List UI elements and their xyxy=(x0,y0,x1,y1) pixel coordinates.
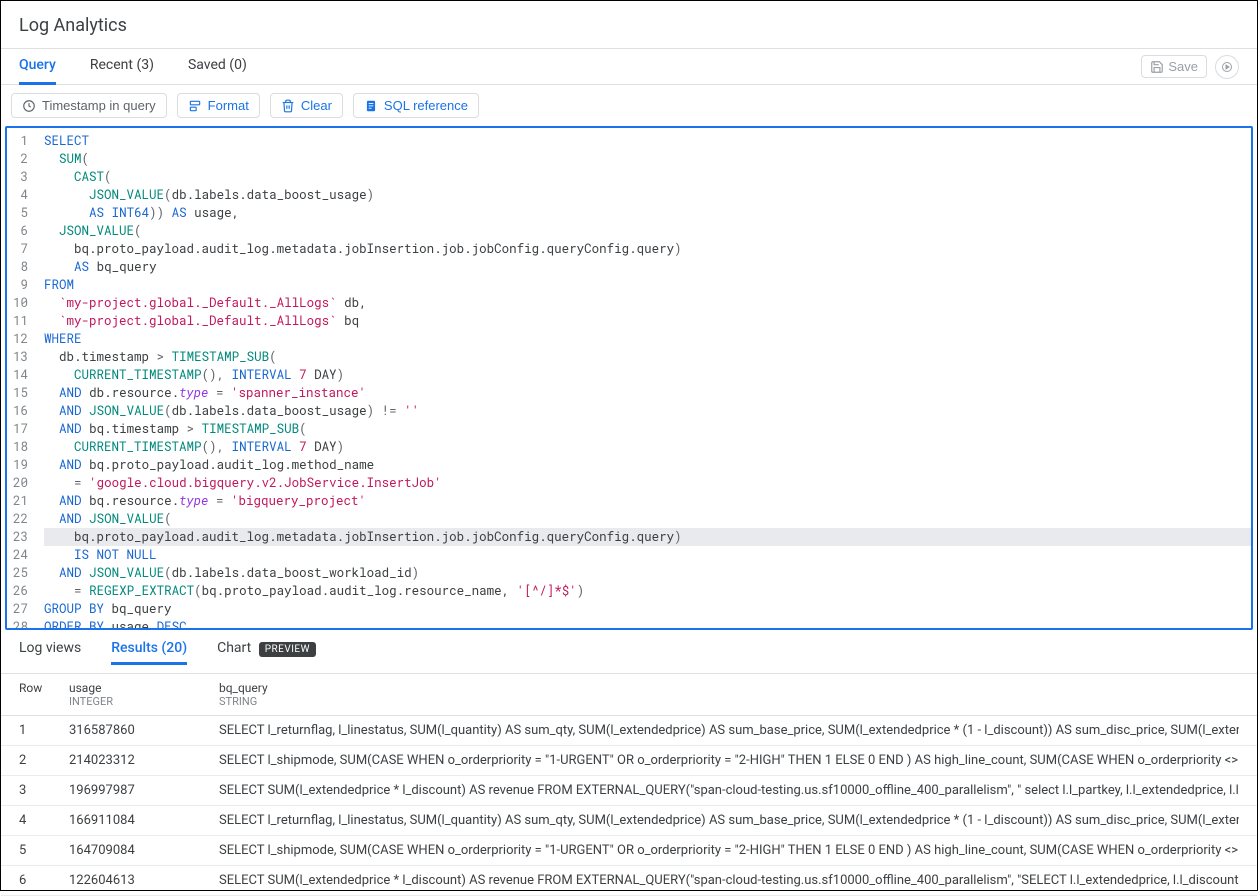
cell-bq: SELECT SUM(l_extendedprice * l_discount)… xyxy=(219,873,1239,888)
format-label: Format xyxy=(208,98,249,113)
col-bq-header: bq_query STRING xyxy=(219,681,1239,708)
results-tabs: Log views Results (20) Chart PREVIEW xyxy=(1,630,1257,674)
clear-label: Clear xyxy=(301,98,332,113)
tab-query[interactable]: Query xyxy=(19,49,56,85)
table-row[interactable]: 4166911084SELECT l_returnflag, l_linesta… xyxy=(1,806,1257,836)
cell-row: 4 xyxy=(19,813,69,828)
cell-row: 6 xyxy=(19,873,69,888)
main-tabs: Query Recent (3) Saved (0) Save xyxy=(1,49,1257,85)
cell-usage: 214023312 xyxy=(69,753,219,768)
cell-row: 5 xyxy=(19,843,69,858)
cell-bq: SELECT l_shipmode, SUM(CASE WHEN o_order… xyxy=(219,843,1239,858)
clock-icon xyxy=(22,99,36,113)
table-row[interactable]: 3196997987SELECT SUM(l_extendedprice * l… xyxy=(1,776,1257,806)
cell-usage: 164709084 xyxy=(69,843,219,858)
run-icon xyxy=(1221,61,1233,73)
timestamp-button[interactable]: Timestamp in query xyxy=(11,93,167,118)
tab-log-views[interactable]: Log views xyxy=(19,640,81,665)
cell-usage: 316587860 xyxy=(69,723,219,738)
results-header: Row usage INTEGER bq_query STRING xyxy=(1,674,1257,716)
preview-badge: PREVIEW xyxy=(259,642,316,657)
table-row[interactable]: 6122604613SELECT SUM(l_extendedprice * l… xyxy=(1,866,1257,896)
sqlref-label: SQL reference xyxy=(384,98,468,113)
run-button[interactable] xyxy=(1215,55,1239,79)
format-button[interactable]: Format xyxy=(177,93,260,118)
line-gutter: 1234567891011121314151617181920212223242… xyxy=(7,128,40,630)
col-usage-header: usage INTEGER xyxy=(69,681,219,708)
timestamp-label: Timestamp in query xyxy=(42,98,156,113)
col-row-header: Row xyxy=(19,681,69,708)
cell-bq: SELECT l_shipmode, SUM(CASE WHEN o_order… xyxy=(219,753,1239,768)
table-row[interactable]: 5164709084SELECT l_shipmode, SUM(CASE WH… xyxy=(1,836,1257,866)
editor-toolbar: Timestamp in query Format Clear SQL refe… xyxy=(1,85,1257,126)
tab-saved[interactable]: Saved (0) xyxy=(188,49,247,85)
table-row[interactable]: 2214023312SELECT l_shipmode, SUM(CASE WH… xyxy=(1,746,1257,776)
doc-icon xyxy=(364,99,378,113)
save-icon xyxy=(1150,60,1164,74)
code-area[interactable]: SELECT SUM( CAST( JSON_VALUE(db.labels.d… xyxy=(40,128,1251,630)
tab-recent[interactable]: Recent (3) xyxy=(90,49,154,85)
cell-bq: SELECT l_returnflag, l_linestatus, SUM(l… xyxy=(219,723,1239,738)
cell-bq: SELECT SUM(l_extendedprice * l_discount)… xyxy=(219,783,1239,798)
cell-row: 1 xyxy=(19,723,69,738)
results-body: 1316587860SELECT l_returnflag, l_linesta… xyxy=(1,716,1257,896)
format-icon xyxy=(188,99,202,113)
cell-row: 3 xyxy=(19,783,69,798)
save-button[interactable]: Save xyxy=(1141,55,1207,78)
cell-usage: 166911084 xyxy=(69,813,219,828)
save-label: Save xyxy=(1168,59,1198,74)
trash-icon xyxy=(281,99,295,113)
page-title: Log Analytics xyxy=(1,1,1257,49)
table-row[interactable]: 1316587860SELECT l_returnflag, l_linesta… xyxy=(1,716,1257,746)
cell-usage: 122604613 xyxy=(69,873,219,888)
clear-button[interactable]: Clear xyxy=(270,93,343,118)
chart-label: Chart xyxy=(217,640,251,656)
cell-bq: SELECT l_returnflag, l_linestatus, SUM(l… xyxy=(219,813,1239,828)
cell-row: 2 xyxy=(19,753,69,768)
tab-results[interactable]: Results (20) xyxy=(111,640,187,665)
sql-reference-button[interactable]: SQL reference xyxy=(353,93,479,118)
sql-editor[interactable]: 1234567891011121314151617181920212223242… xyxy=(5,126,1253,630)
cell-usage: 196997987 xyxy=(69,783,219,798)
tab-chart[interactable]: Chart PREVIEW xyxy=(217,640,316,665)
